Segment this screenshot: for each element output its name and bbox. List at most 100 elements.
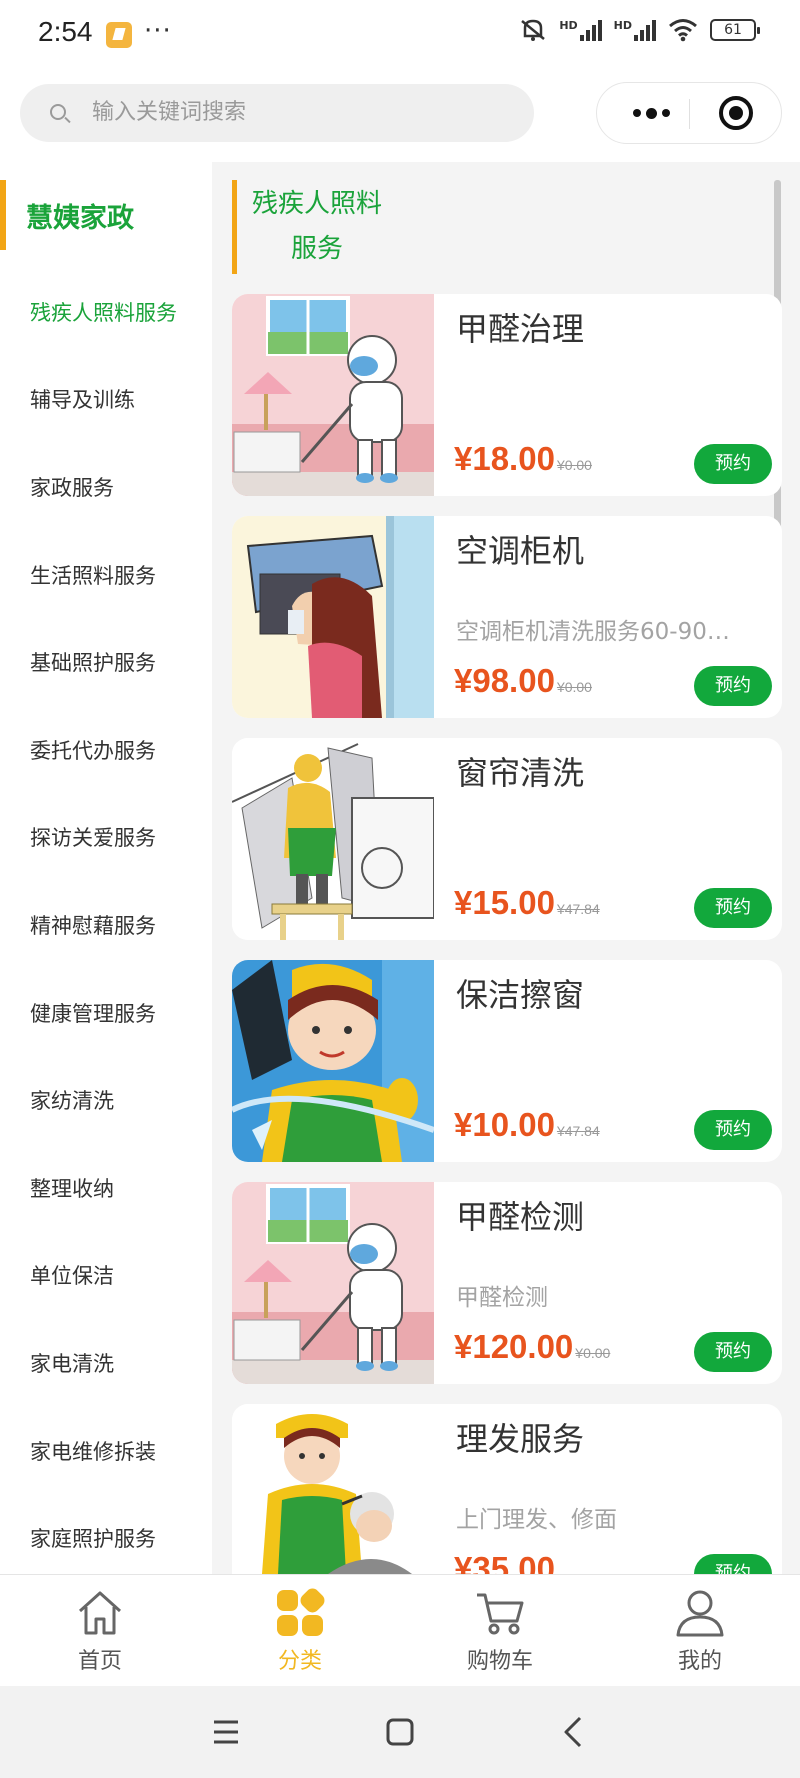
product-title: 甲醛治理: [456, 310, 585, 348]
product-price: ¥18.00 ¥0.00: [454, 440, 592, 478]
back-icon[interactable]: [554, 1712, 594, 1752]
product-title: 空调柜机: [456, 532, 585, 570]
sidebar-item-textile-cleaning[interactable]: 家纺清洗: [0, 1056, 212, 1144]
product-price-original: ¥0.00: [556, 679, 592, 695]
sidebar-item-appliance-repair[interactable]: 家电维修拆装: [0, 1407, 212, 1495]
tab-label: 我的: [677, 1649, 722, 1674]
product-price-current: ¥15.00: [454, 884, 555, 921]
ac-cleaning-icon: [232, 516, 434, 718]
product-price-current: ¥10.00: [454, 1106, 555, 1143]
category-title-line1: 残疾人照料: [251, 189, 382, 219]
notification-app-icon: [106, 22, 132, 48]
user-icon: [674, 1587, 726, 1639]
haircut-icon: [232, 1404, 434, 1574]
tab-cart[interactable]: 购物车: [400, 1575, 600, 1686]
signal-icon-2: HD: [614, 19, 656, 41]
product-card[interactable]: 保洁擦窗 ¥10.00 ¥47.84 预约: [232, 960, 782, 1162]
product-list-panel: 残疾人照料 服务 甲醛治理 ¥18.00 ¥0.00 预约 空调柜机 空调柜机清…: [212, 162, 800, 1574]
product-desc: 上门理发、修面: [456, 1507, 617, 1533]
product-price-current: ¥98.00: [454, 662, 555, 699]
more-notifications-indicator: ···: [144, 16, 172, 46]
category-header: 残疾人照料 服务: [232, 180, 408, 274]
hazmat-cleaner-icon: [232, 294, 434, 496]
battery-icon: 61: [710, 19, 760, 41]
search-bar[interactable]: [20, 84, 534, 142]
window-cleaning-icon: [232, 960, 434, 1162]
sidebar-item-comfort[interactable]: 精神慰藉服务: [0, 881, 212, 969]
product-price: ¥98.00 ¥0.00: [454, 662, 592, 700]
wifi-icon: [668, 18, 698, 42]
app-screen: 2:54 ··· HD HD 61 输入关键词搜索 慧姨家政 残疾人照料服务 辅…: [0, 0, 800, 1778]
product-card[interactable]: 空调柜机 空调柜机清洗服务60-90… ¥98.00 ¥0.00 预约: [232, 516, 782, 718]
category-icon: [274, 1587, 326, 1639]
product-desc: 空调柜机清洗服务60-90…: [456, 619, 730, 645]
sidebar-item-home-care[interactable]: 家庭照护服务: [0, 1494, 212, 1574]
capsule-divider: [689, 99, 690, 129]
product-title: 理发服务: [456, 1420, 585, 1458]
network-type-label: HD: [613, 19, 632, 32]
cart-icon: [474, 1587, 526, 1639]
tab-label: 购物车: [466, 1649, 533, 1674]
product-title: 保洁擦窗: [456, 976, 585, 1014]
sidebar-item-errands[interactable]: 委托代办服务: [0, 706, 212, 794]
category-sidebar: 慧姨家政 残疾人照料服务 辅导及训练 家政服务 生活照料服务 基础照护服务 委托…: [0, 162, 212, 1574]
bottom-tab-bar: 首页 分类 购物车 我的: [0, 1574, 800, 1686]
curtain-cleaning-icon: [232, 738, 434, 940]
tab-home[interactable]: 首页: [0, 1575, 200, 1686]
status-bar: 2:54 ··· HD HD 61: [0, 0, 800, 70]
product-price: ¥10.00 ¥47.84: [454, 1106, 600, 1144]
sidebar-item-housekeeping[interactable]: 家政服务: [0, 443, 212, 531]
status-time: 2:54: [38, 16, 93, 47]
sidebar-item-tutoring[interactable]: 辅导及训练: [0, 356, 212, 444]
book-button[interactable]: 预约: [694, 1554, 772, 1574]
mute-icon: [519, 18, 547, 42]
sidebar-item-visits[interactable]: 探访关爱服务: [0, 794, 212, 882]
book-button[interactable]: 预约: [694, 666, 772, 706]
product-title: 窗帘清洗: [456, 754, 585, 792]
sidebar-item-life-care[interactable]: 生活照料服务: [0, 531, 212, 619]
tab-profile[interactable]: 我的: [600, 1575, 800, 1686]
system-icons: HD HD 61: [519, 18, 760, 42]
product-card[interactable]: 窗帘清洗 ¥15.00 ¥47.84 预约: [232, 738, 782, 940]
book-button[interactable]: 预约: [694, 1332, 772, 1372]
book-button[interactable]: 预约: [694, 444, 772, 484]
sidebar-item-office-cleaning[interactable]: 单位保洁: [0, 1232, 212, 1320]
sidebar-item-disabled-care[interactable]: 残疾人照料服务: [0, 268, 212, 356]
product-title: 甲醛检测: [456, 1198, 585, 1236]
tab-label: 首页: [77, 1649, 122, 1674]
product-price-current: ¥120.00: [454, 1328, 574, 1365]
miniprogram-capsule: [596, 82, 782, 144]
home-icon: [74, 1587, 126, 1639]
search-icon: [50, 104, 66, 120]
product-price: ¥15.00 ¥47.84: [454, 884, 600, 922]
product-price-current: ¥18.00: [454, 440, 555, 477]
product-card[interactable]: 理发服务 上门理发、修面 ¥35.00 预约: [232, 1404, 782, 1574]
sidebar-item-health[interactable]: 健康管理服务: [0, 969, 212, 1057]
menu-icon[interactable]: [206, 1712, 246, 1752]
tab-category[interactable]: 分类: [200, 1575, 400, 1686]
sidebar-brand[interactable]: 慧姨家政: [0, 162, 212, 268]
system-nav-bar: [0, 1686, 800, 1778]
tab-label: 分类: [277, 1649, 322, 1674]
book-button[interactable]: 预约: [694, 888, 772, 928]
product-price-current: ¥35.00: [454, 1550, 555, 1574]
product-desc: 甲醛检测: [456, 1285, 548, 1311]
product-price-original: ¥0.00: [556, 457, 592, 473]
product-card[interactable]: 甲醛治理 ¥18.00 ¥0.00 预约: [232, 294, 782, 496]
hazmat-cleaner-icon: [232, 1182, 434, 1384]
sidebar-item-basic-care[interactable]: 基础照护服务: [0, 618, 212, 706]
product-card[interactable]: 甲醛检测 甲醛检测 ¥120.00 ¥0.00 预约: [232, 1182, 782, 1384]
network-type-label: HD: [559, 19, 578, 32]
close-miniprogram-button[interactable]: [719, 96, 753, 130]
product-price-original: ¥47.84: [556, 901, 600, 917]
home-button-icon[interactable]: [380, 1712, 420, 1752]
more-options-button[interactable]: [621, 83, 681, 143]
sidebar-item-organizing[interactable]: 整理收纳: [0, 1144, 212, 1232]
category-title-line2: 服务: [290, 234, 343, 264]
product-price-original: ¥0.00: [575, 1345, 611, 1361]
search-input[interactable]: [92, 84, 512, 142]
sidebar-item-appliance-cleaning[interactable]: 家电清洗: [0, 1319, 212, 1407]
signal-icon-1: HD: [559, 19, 602, 41]
product-price-original: ¥47.84: [556, 1123, 600, 1139]
book-button[interactable]: 预约: [694, 1110, 772, 1150]
